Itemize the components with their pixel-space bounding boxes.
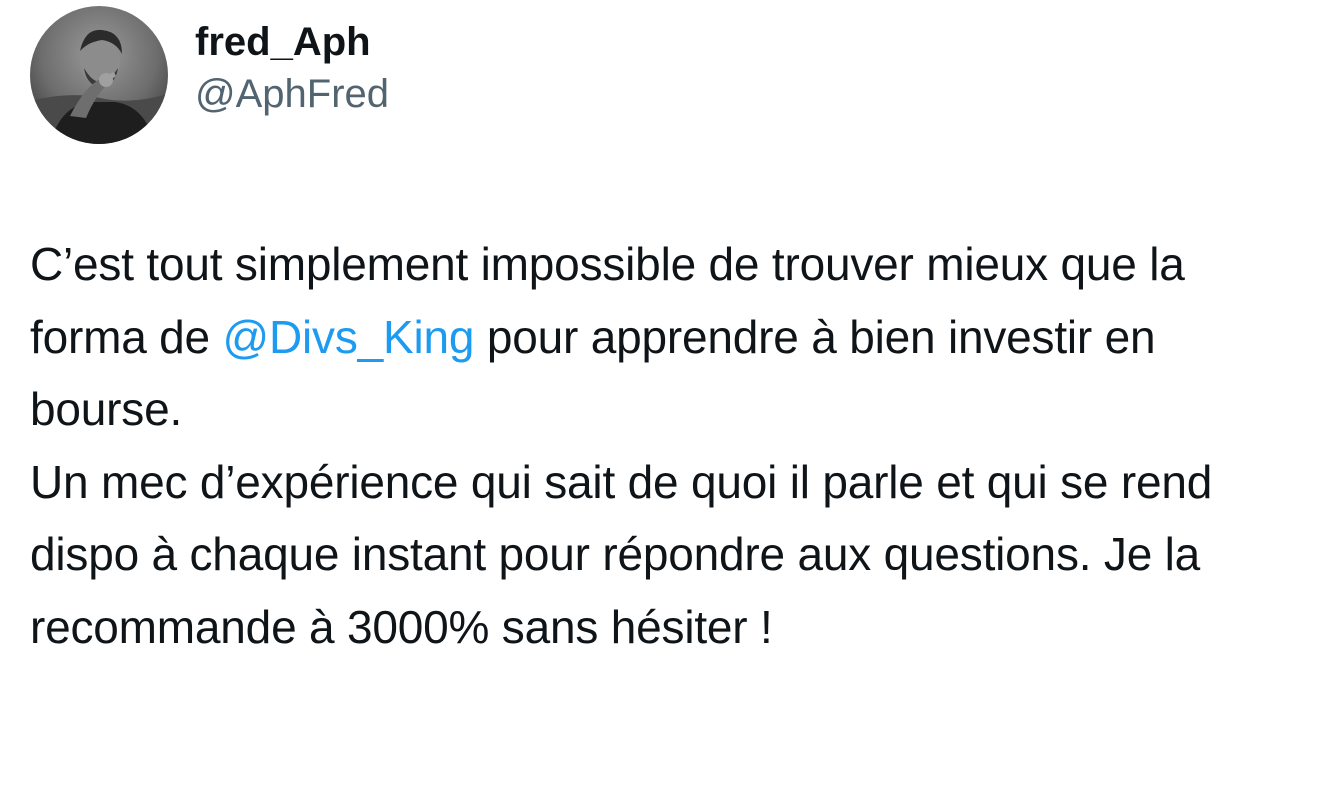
tweet-header: fred_Aph @AphFred bbox=[30, 4, 389, 146]
author-handle[interactable]: @AphFred bbox=[195, 68, 389, 120]
tweet-text: C’est tout simplement impossible de trou… bbox=[30, 228, 1290, 663]
author-display-name[interactable]: fred_Aph bbox=[195, 16, 389, 68]
author-names: fred_Aph @AphFred bbox=[195, 16, 389, 120]
tweet-paragraph-2: Un mec d’expérience qui sait de quoi il … bbox=[30, 455, 1213, 653]
avatar[interactable] bbox=[30, 6, 168, 144]
mention-link[interactable]: @Divs_King bbox=[223, 311, 475, 363]
tweet-paragraph-1: C’est tout simplement impossible de trou… bbox=[30, 228, 1290, 446]
avatar-image bbox=[30, 6, 168, 144]
